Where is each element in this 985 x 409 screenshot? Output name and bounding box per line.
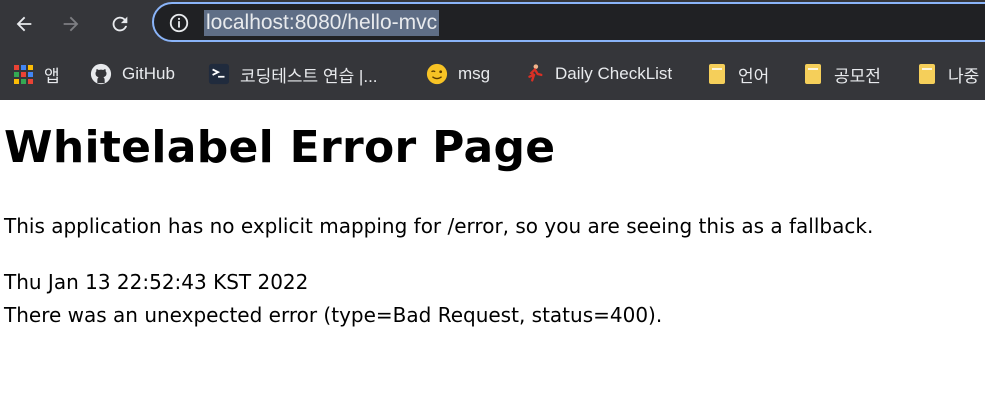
bookmark-label: 나중 <box>948 66 980 86</box>
apps-grid-icon <box>12 63 34 85</box>
bookmark-label: GitHub <box>122 64 175 83</box>
browser-toolbar: localhost:8080/hello-mvc 앱 GitHub 코딩테스트 … <box>0 0 985 100</box>
address-bar[interactable]: localhost:8080/hello-mvc <box>152 2 985 42</box>
bookmark-folder-contest[interactable]: 공모전 <box>802 60 881 88</box>
error-description: This application has no explicit mapping… <box>4 214 874 238</box>
bookmark-apps[interactable]: 앱 <box>12 60 60 88</box>
bookmark-label: 앱 <box>44 66 60 86</box>
reload-icon <box>112 16 128 32</box>
bookmark-folder-later[interactable]: 나중 <box>916 60 979 88</box>
page-content: Whitelabel Error Page This application h… <box>0 122 985 327</box>
error-detail: There was an unexpected error (type=Bad … <box>4 303 663 327</box>
page-title: Whitelabel Error Page <box>4 122 556 173</box>
url-text[interactable]: localhost:8080/hello-mvc <box>204 10 440 36</box>
programmers-icon <box>208 63 230 85</box>
forward-button[interactable] <box>55 8 87 40</box>
bookmark-folder-language[interactable]: 언어 <box>706 60 769 88</box>
info-icon[interactable] <box>168 12 190 34</box>
bookmarks-bar: 앱 GitHub 코딩테스트 연습 |... msg Daily CheckLi… <box>0 52 985 96</box>
runner-icon <box>523 63 545 85</box>
back-button[interactable] <box>8 8 40 40</box>
bookmark-label: 언어 <box>738 66 770 86</box>
folder-icon <box>706 63 728 85</box>
reload-button[interactable] <box>104 8 136 40</box>
folder-icon <box>916 63 938 85</box>
bookmark-label: 공모전 <box>834 66 881 86</box>
bookmark-label: msg <box>458 64 491 83</box>
bookmark-github[interactable]: GitHub <box>90 60 175 88</box>
back-arrow-icon <box>16 16 32 32</box>
forward-arrow-icon <box>63 16 79 32</box>
bookmark-label: Daily CheckList <box>555 64 673 83</box>
bookmark-label: 코딩테스트 연습 |... <box>240 66 378 86</box>
navigation-bar: localhost:8080/hello-mvc <box>0 0 985 52</box>
error-timestamp: Thu Jan 13 22:52:43 KST 2022 <box>4 270 309 294</box>
bookmark-msg[interactable]: msg <box>426 60 490 88</box>
bookmark-coding-test[interactable]: 코딩테스트 연습 |... <box>208 60 378 88</box>
folder-icon <box>802 63 824 85</box>
bookmark-daily-checklist[interactable]: Daily CheckList <box>523 60 672 88</box>
winking-face-icon <box>426 63 448 85</box>
github-icon <box>90 63 112 85</box>
